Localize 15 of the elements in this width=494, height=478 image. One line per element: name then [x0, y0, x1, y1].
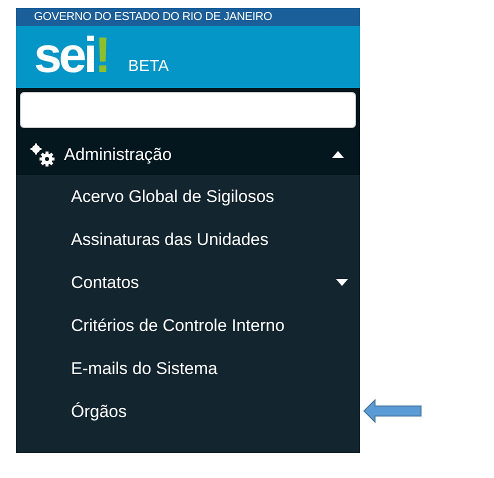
government-name: GOVERNO DO ESTADO DO RIO DE JANEIRO: [34, 11, 272, 23]
logo: sei!: [34, 32, 108, 78]
gears-icon: [30, 142, 56, 166]
search-field[interactable]: [20, 92, 356, 128]
menu-item[interactable]: Órgãos: [16, 390, 360, 433]
menu-item[interactable]: Contatos: [16, 261, 360, 304]
caret-icon: [332, 151, 344, 158]
caret-icon: [336, 279, 348, 286]
menu-item[interactable]: Acervo Global de Sigilosos: [16, 175, 360, 218]
menu-item[interactable]: Assinaturas das Unidades: [16, 218, 360, 261]
edition-label: BETA: [128, 58, 169, 76]
menu-header[interactable]: Administração: [16, 134, 360, 175]
pointer-arrow: [363, 399, 423, 423]
menu-item[interactable]: Critérios de Controle Interno: [16, 304, 360, 347]
menu-item[interactable]: E-mails do Sistema: [16, 347, 360, 390]
